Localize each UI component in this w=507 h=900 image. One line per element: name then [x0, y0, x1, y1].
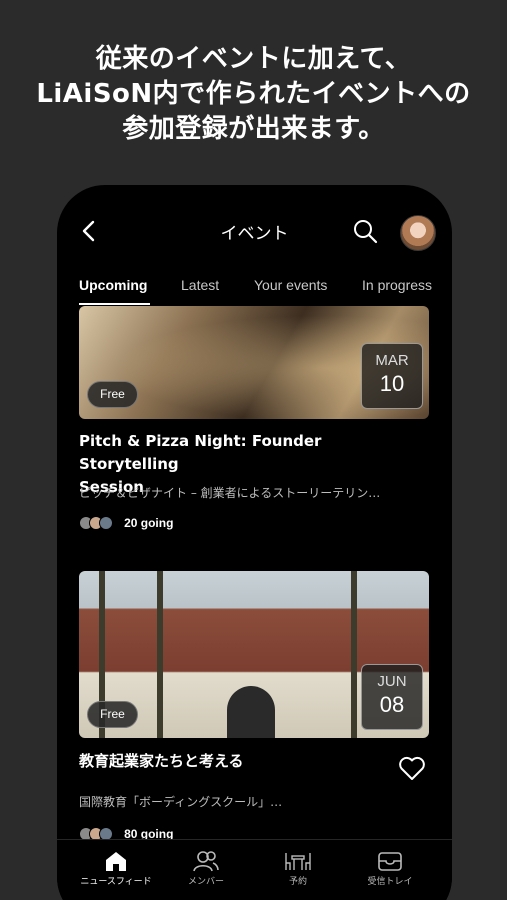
reservation-icon [285, 853, 311, 870]
tab-latest[interactable]: Latest [181, 277, 219, 293]
nav-label: メンバー [187, 877, 224, 887]
event-month: MAR [375, 352, 409, 369]
event-title[interactable]: 教育起業家たちと考える [79, 750, 419, 773]
heart-icon[interactable] [398, 755, 426, 781]
attendees[interactable]: 20 going [79, 512, 174, 530]
tab-upcoming[interactable]: Upcoming [79, 277, 147, 293]
event-day: 08 [379, 692, 405, 717]
avatar[interactable] [400, 215, 436, 251]
page-title: イベント [220, 224, 289, 244]
active-tab-indicator [79, 303, 150, 305]
promo-line-3: 参加登録が出来ます。 [122, 114, 385, 144]
nav-label: ニュースフィード [80, 877, 152, 887]
top-bar: イベント [57, 185, 452, 280]
nav-label: 予約 [288, 877, 307, 887]
promo-line-1: 従来のイベントに加えて、 [95, 44, 412, 74]
palm-tree [157, 571, 163, 738]
free-badge: Free [87, 701, 138, 728]
nav-inbox[interactable]: 受信トレイ [345, 850, 435, 887]
tab-your-events[interactable]: Your events [254, 277, 327, 293]
building-arch [227, 686, 275, 738]
promo-line-2: LiAiSoN内で作られたイベントへの [36, 79, 471, 109]
event-day: 10 [379, 371, 405, 396]
event-date-badge: JUN 08 [361, 664, 423, 730]
members-icon [193, 851, 219, 872]
event-title-line-1: 教育起業家たちと考える [79, 752, 244, 770]
attendees[interactable]: 80 going [79, 823, 173, 841]
event-feed[interactable]: Free MAR 10 Pitch & Pizza Night: Founder… [57, 306, 452, 846]
nav-label: 受信トレイ [367, 877, 413, 887]
inbox-icon [378, 852, 402, 871]
promo-headline: 従来のイベントに加えて、 LiAiSoN内で作られたイベントへの 参加登録が出来… [0, 42, 507, 147]
event-image[interactable]: Free JUN 08 [79, 571, 429, 738]
event-description: 国際教育「ボーディングスクール」… [79, 795, 283, 809]
event-description: ピッチ＆ピザナイト – 創業者によるストーリーテリン… [79, 486, 381, 500]
attendee-avatar [99, 515, 113, 530]
bottom-navigation: ニュースフィード メンバー 予約 受信トレイ [57, 839, 452, 900]
event-date-badge: MAR 10 [361, 343, 423, 409]
event-image[interactable]: Free MAR 10 [79, 306, 429, 419]
event-title-line-1: Pitch & Pizza Night: Founder Storytellin… [79, 432, 322, 473]
home-icon [106, 852, 126, 871]
going-count: 20 going [124, 515, 174, 530]
tab-in-progress[interactable]: In progress [362, 277, 432, 293]
tab-bar: Upcoming Latest Your events In progress [57, 277, 452, 307]
phone-frame: イベント Upcoming Latest Your events In prog… [57, 185, 452, 900]
nav-reservation[interactable]: 予約 [253, 850, 343, 887]
nav-newsfeed[interactable]: ニュースフィード [71, 850, 161, 887]
search-icon[interactable] [351, 217, 379, 245]
nav-members[interactable]: メンバー [161, 850, 251, 887]
free-badge: Free [87, 381, 138, 408]
event-month: JUN [377, 673, 407, 690]
palm-tree [351, 571, 357, 738]
